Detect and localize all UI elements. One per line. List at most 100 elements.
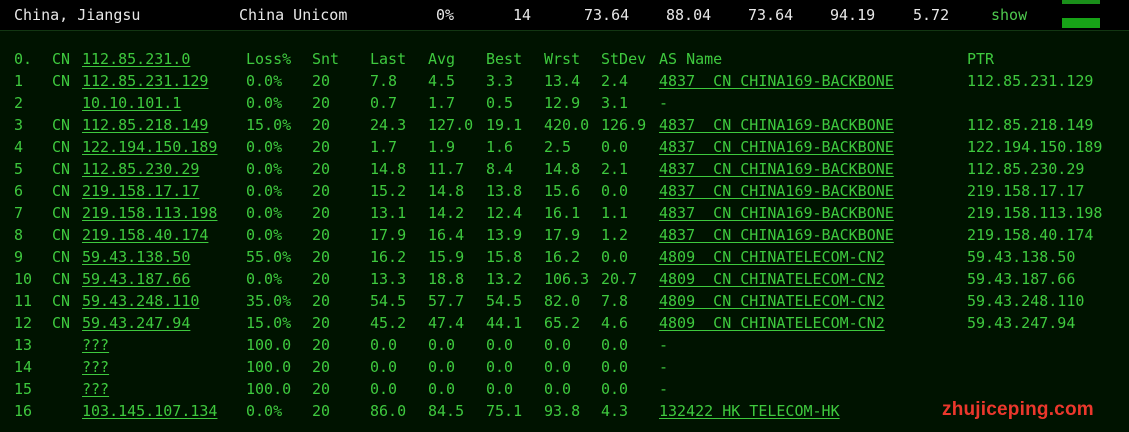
hop-last: 45.2 (370, 314, 407, 332)
hop-avg: 11.7 (428, 160, 465, 178)
hop-host[interactable]: 219.158.40.174 (82, 226, 208, 244)
hop-cc: CN (52, 72, 71, 90)
hop-row: 15??? 100.0 20 0.0 0.0 0.0 0.0 0.0 - (0, 378, 1129, 400)
hop-hop: 4 (14, 138, 24, 156)
hop-host[interactable]: ??? (82, 358, 109, 376)
hop-row: 7 CN 219.158.113.198 0.0% 20 13.1 14.2 12.4 16.1… (0, 202, 1129, 224)
hop-best: 0.5 (486, 94, 514, 112)
hop-stdev: 2.1 (601, 160, 629, 178)
hop-wrst: 65.2 (544, 314, 581, 332)
hop-avg: 0.0 (428, 336, 456, 354)
hop-as-name[interactable]: 4809 CN CHINATELECOM-CN2 (659, 314, 885, 332)
hop-as-name[interactable]: 4837 CN CHINA169-BACKBONE (659, 226, 894, 244)
col-host[interactable]: 112.85.231.0 (82, 50, 190, 68)
summary-worst: 94.19 (830, 6, 876, 24)
hop-wrst: 0.0 (544, 358, 572, 376)
hop-snt: 20 (312, 72, 331, 90)
hop-loss: 0.0% (246, 138, 283, 156)
hop-as-name[interactable]: 4837 CN CHINA169-BACKBONE (659, 160, 894, 178)
hop-as-name[interactable]: 4837 CN CHINA169-BACKBONE (659, 138, 894, 156)
hop-host[interactable]: 122.194.150.189 (82, 138, 217, 156)
hop-host[interactable]: 59.43.138.50 (82, 248, 190, 266)
hop-hop: 9 (14, 248, 24, 266)
col-loss: Loss% (246, 50, 292, 68)
hop-wrst: 14.8 (544, 160, 581, 178)
hop-row: 13??? 100.0 20 0.0 0.0 0.0 0.0 0.0 - (0, 334, 1129, 356)
hop-best: 54.5 (486, 292, 523, 310)
hop-avg: 84.5 (428, 402, 465, 420)
hop-row: 3 CN 112.85.218.149 15.0% 20 24.3 127.0 19.1 420… (0, 114, 1129, 136)
hop-loss: 0.0% (246, 270, 283, 288)
hop-last: 86.0 (370, 402, 407, 420)
hop-best: 13.2 (486, 270, 523, 288)
hop-wrst: 82.0 (544, 292, 581, 310)
hop-last: 7.8 (370, 72, 398, 90)
hop-host[interactable]: 59.43.247.94 (82, 314, 190, 332)
hop-host[interactable]: 112.85.230.29 (82, 160, 199, 178)
hop-ptr: 59.43.187.66 (967, 270, 1076, 288)
hop-row: 8 CN 219.158.40.174 0.0% 20 17.9 16.4 13.9 17.9 1… (0, 224, 1129, 246)
hop-avg: 16.4 (428, 226, 465, 244)
hop-host[interactable]: 112.85.218.149 (82, 116, 208, 134)
hop-avg: 18.8 (428, 270, 465, 288)
hop-wrst: 93.8 (544, 402, 581, 420)
hop-hop: 7 (14, 204, 24, 222)
hop-snt: 20 (312, 402, 331, 420)
hop-cc: CN (52, 226, 71, 244)
hop-last: 0.7 (370, 94, 398, 112)
hop-best: 12.4 (486, 204, 523, 222)
hop-stdev: 0.0 (601, 182, 629, 200)
hop-row: 10 CN 59.43.187.66 0.0% 20 13.3 18.8 13.2 106.3 2… (0, 268, 1129, 290)
hop-stdev: 0.0 (601, 248, 629, 266)
hop-snt: 20 (312, 358, 331, 376)
hop-stdev: 0.0 (601, 380, 629, 398)
hop-as-name[interactable]: 4837 CN CHINA169-BACKBONE (659, 116, 894, 134)
hop-snt: 20 (312, 226, 331, 244)
hop-wrst: 15.6 (544, 182, 581, 200)
hop-host[interactable]: 10.10.101.1 (82, 94, 181, 112)
hop-loss: 0.0% (246, 94, 283, 112)
hop-last: 54.5 (370, 292, 407, 310)
hop-loss: 100.0 (246, 336, 292, 354)
hop-cc: CN (52, 182, 71, 200)
hop-host[interactable]: 59.43.248.110 (82, 292, 199, 310)
hop-host[interactable]: 219.158.113.198 (82, 204, 217, 222)
hop-ptr: 112.85.231.129 (967, 72, 1094, 90)
hop-stdev: 126.9 (601, 116, 647, 134)
hop-best: 8.4 (486, 160, 514, 178)
hop-stdev: 4.6 (601, 314, 629, 332)
hop-as-name[interactable]: 4809 CN CHINATELECOM-CN2 (659, 292, 885, 310)
hop-host[interactable]: 59.43.187.66 (82, 270, 190, 288)
status-indicator-main (1062, 18, 1100, 28)
hop-snt: 20 (312, 160, 331, 178)
hop-host[interactable]: ??? (82, 380, 109, 398)
hop-cc: CN (52, 314, 71, 332)
hop-as-name[interactable]: 4809 CN CHINATELECOM-CN2 (659, 248, 885, 266)
hop-best: 19.1 (486, 116, 523, 134)
hop-as-name[interactable]: 132422 HK TELECOM-HK (659, 402, 840, 420)
hop-last: 0.0 (370, 336, 398, 354)
hop-as-name: - (659, 336, 669, 354)
summary-stdev: 5.72 (913, 6, 950, 24)
summary-location: China, Jiangsu (14, 6, 141, 24)
hop-as-name: - (659, 380, 669, 398)
hop-avg: 15.9 (428, 248, 465, 266)
hop-last: 13.1 (370, 204, 407, 222)
hop-hop: 10 (14, 270, 33, 288)
hop-stdev: 1.1 (601, 204, 629, 222)
hop-as-name[interactable]: 4837 CN CHINA169-BACKBONE (659, 182, 894, 200)
show-toggle-link[interactable]: show (991, 6, 1027, 24)
hop-host[interactable]: 219.158.17.17 (82, 182, 199, 200)
hop-host[interactable]: 112.85.231.129 (82, 72, 208, 90)
hop-row: 11 CN 59.43.248.110 35.0% 20 54.5 57.7 54.5 82.0… (0, 290, 1129, 312)
hop-row: 2 10.10.101.1 0.0% 20 0.7 1.7 0.5 12.9 3.1 - (0, 92, 1129, 114)
col-snt: Snt (312, 50, 340, 68)
hop-host[interactable]: 103.145.107.134 (82, 402, 217, 420)
hop-as-name[interactable]: 4837 CN CHINA169-BACKBONE (659, 204, 894, 222)
hop-host[interactable]: ??? (82, 336, 109, 354)
hop-stdev: 2.4 (601, 72, 629, 90)
hop-stdev: 1.2 (601, 226, 629, 244)
hop-as-name[interactable]: 4837 CN CHINA169-BACKBONE (659, 72, 894, 90)
hop-as-name[interactable]: 4809 CN CHINATELECOM-CN2 (659, 270, 885, 288)
hop-wrst: 420.0 (544, 116, 590, 134)
